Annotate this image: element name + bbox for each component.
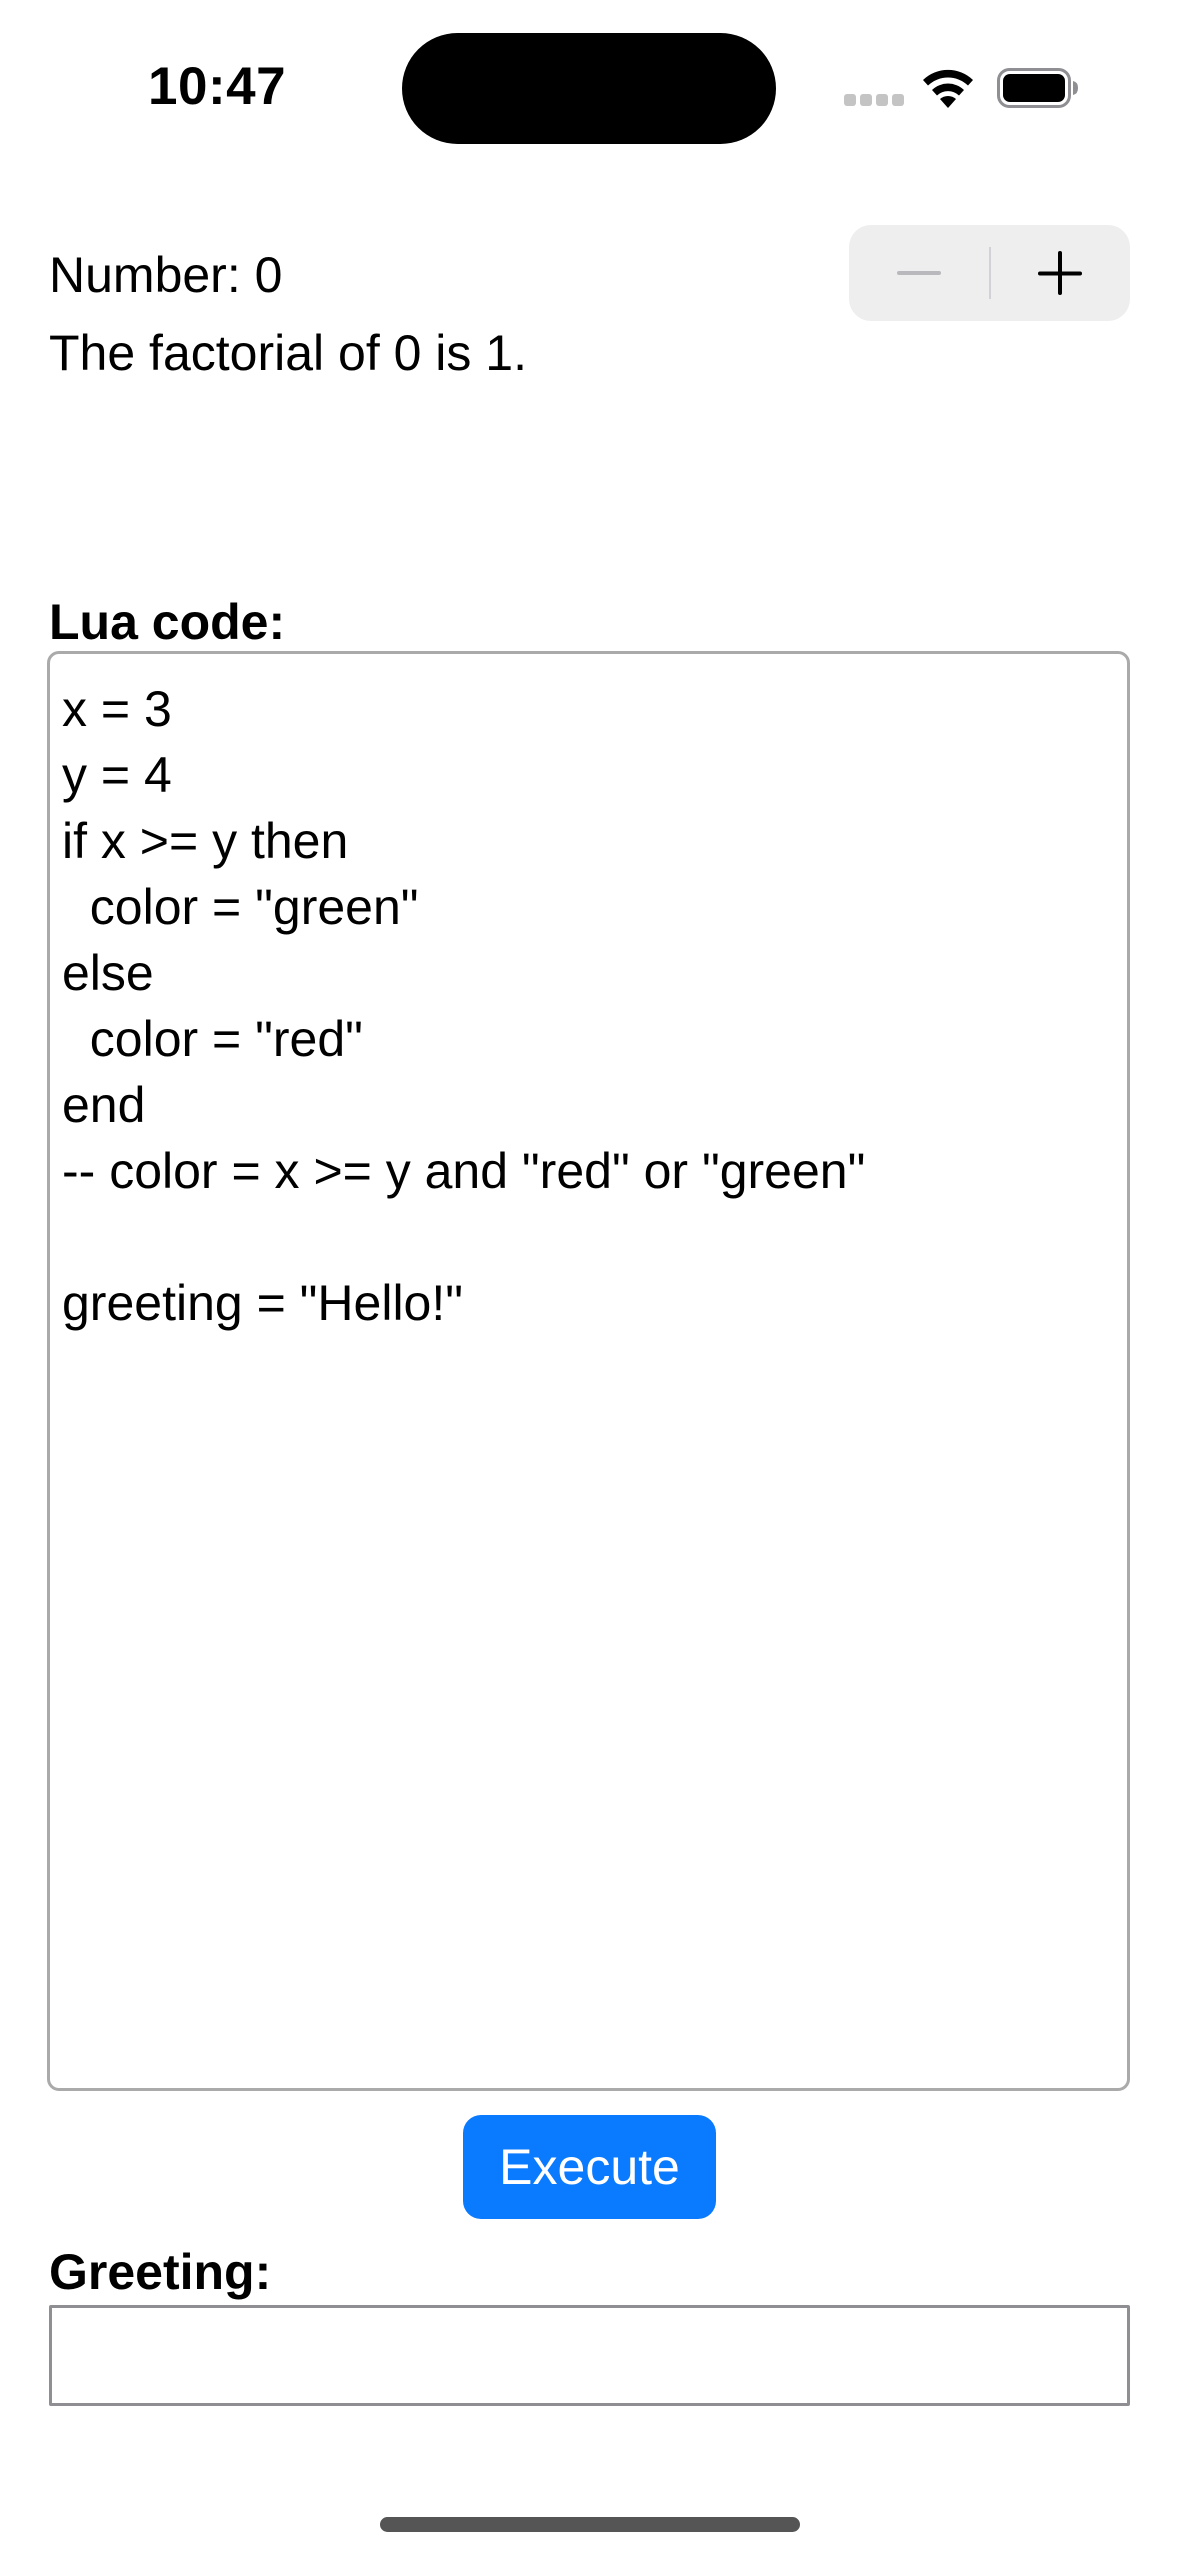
greeting-field[interactable] [49, 2305, 1130, 2406]
number-stepper [849, 225, 1130, 321]
execute-button[interactable]: Execute [463, 2115, 716, 2219]
dynamic-island [402, 33, 776, 144]
decrement-button[interactable] [849, 225, 989, 321]
cellular-signal-icon [844, 94, 906, 106]
status-time: 10:47 [148, 57, 287, 116]
home-indicator[interactable] [380, 2517, 800, 2532]
plus-icon [1038, 251, 1082, 295]
greeting-label: Greeting: [49, 2244, 272, 2300]
lua-code-editor[interactable]: x = 3 y = 4 if x >= y then color = "gree… [47, 651, 1130, 2091]
factorial-result: The factorial of 0 is 1. [49, 325, 528, 381]
number-label: Number: 0 [49, 247, 283, 303]
increment-button[interactable] [990, 225, 1130, 321]
lua-code-label: Lua code: [49, 594, 286, 650]
wifi-icon [923, 69, 973, 108]
battery-icon [997, 68, 1078, 108]
minus-icon [897, 271, 941, 275]
